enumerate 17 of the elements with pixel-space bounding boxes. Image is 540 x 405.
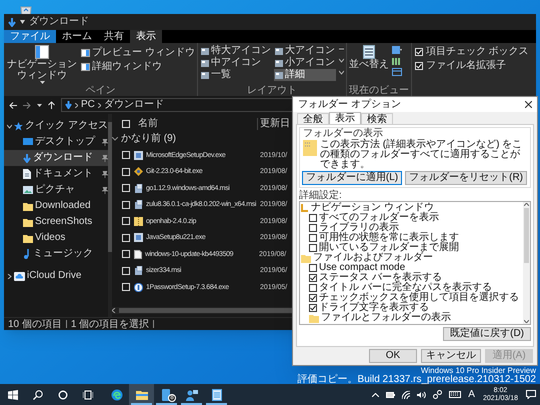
category-label: ファイルとフォルダーの表示 — [321, 312, 451, 324]
group-label: レイアウト — [246, 85, 298, 96]
description-text: この表示方法 (詳細表示やアイコンなど) をこの種類のフォルダーすべてに適用することができます。 — [320, 140, 524, 170]
category-label: ナビゲーション ウィンドウ — [311, 202, 434, 213]
category-label: ファイルおよびフォルダー — [313, 252, 433, 263]
dialog-title: フォルダー オプション — [298, 98, 401, 110]
status-text: 10 個の項目 — [8, 318, 62, 330]
window-title: ダウンロード — [29, 16, 89, 28]
section-label: 詳細設定: — [299, 190, 343, 201]
group-label: フォルダーの表示 — [303, 128, 384, 139]
checkbox-label: 項目チェック ボックス — [426, 46, 529, 58]
status-text: 1 個の項目を選択 — [70, 318, 150, 330]
group-label: ペイン — [84, 85, 116, 96]
group-label: 現在のビュー — [348, 85, 409, 96]
watermark-text: 評価コピー。Build 21337.rs_prerelease.210312-1502 — [298, 375, 536, 385]
checkbox-label: ファイル名拡張子 — [426, 60, 506, 72]
watermark-text: Windows 10 Pro Insider Preview — [420, 367, 536, 375]
